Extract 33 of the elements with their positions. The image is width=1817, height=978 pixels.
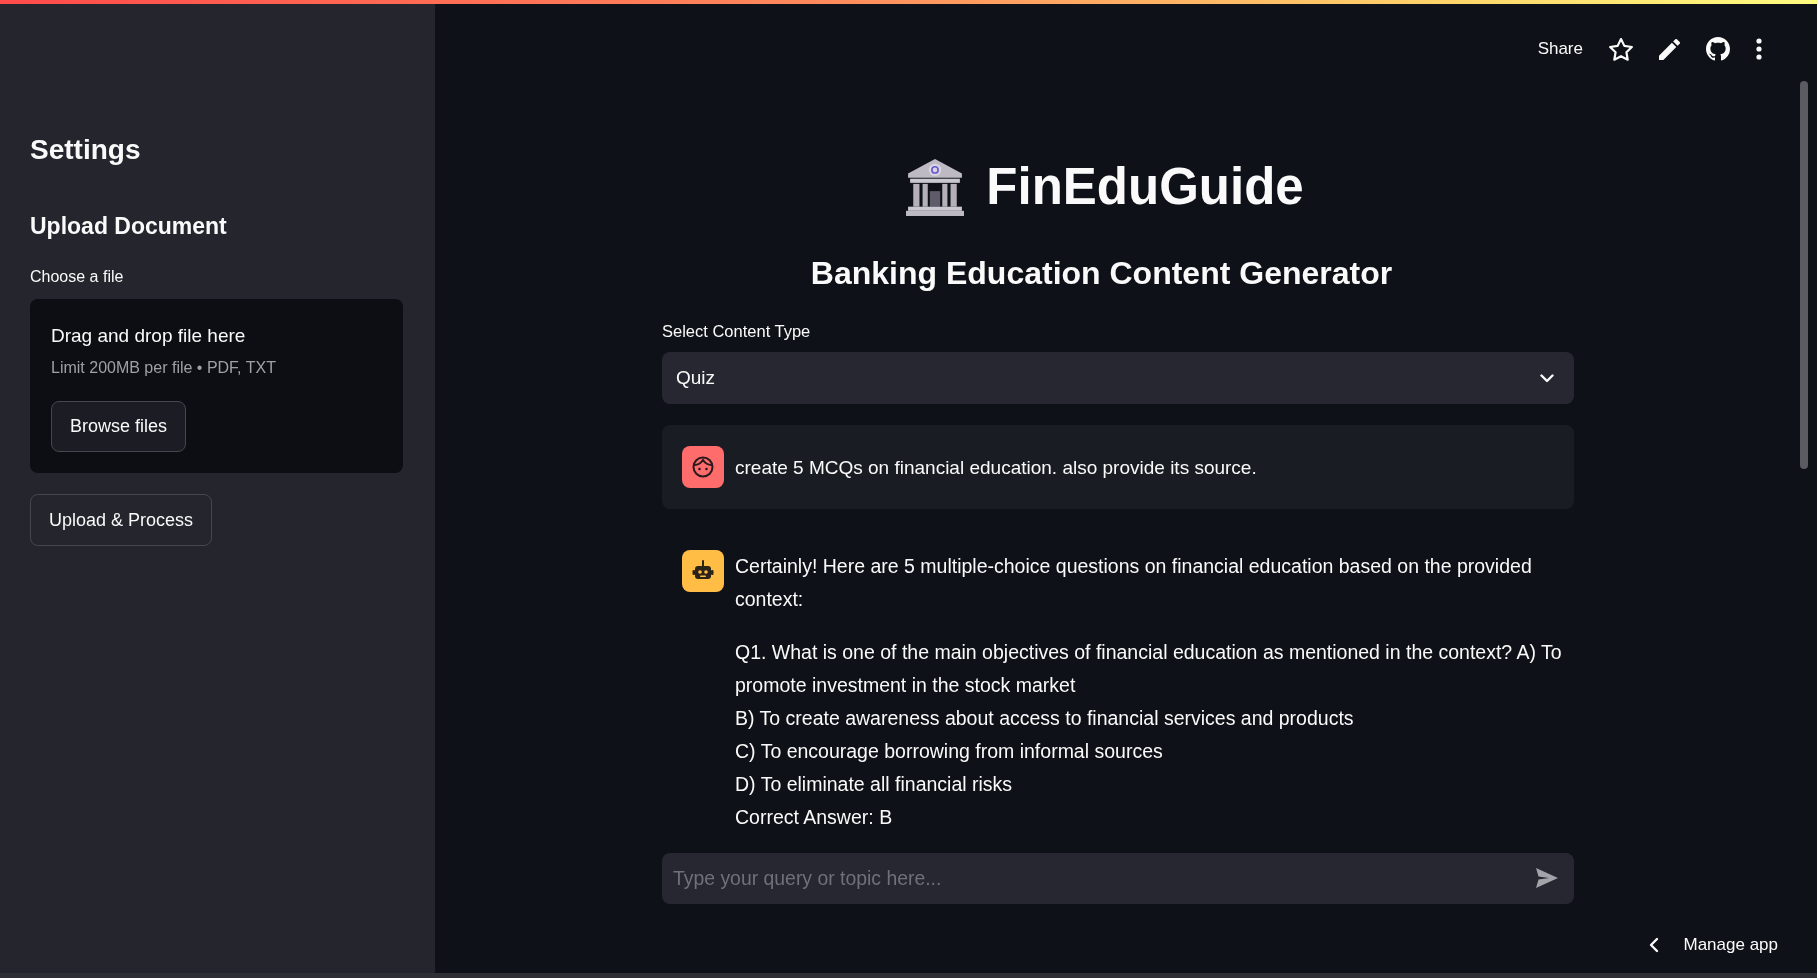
message-text: B) To create awareness about access to financial services and products: [735, 706, 1355, 731]
app-subtitle: Banking Education Content Generator: [810, 254, 1393, 293]
browse-files-button[interactable]: Browse files: [51, 401, 187, 452]
chevron-down-icon: [1540, 373, 1554, 383]
bank-building-icon: [906, 158, 965, 216]
message-text: C) To encourage borrowing from informal sources: [735, 739, 1164, 764]
chat-input-field[interactable]: Type your query or topic here...: [662, 853, 1574, 904]
kebab-menu-icon[interactable]: [1756, 38, 1762, 60]
content-type-select[interactable]: Quiz: [662, 352, 1574, 404]
dropzone-hint: Limit 200MB per file • PDF, TXT: [51, 358, 276, 378]
app-title: FinEduGuide: [986, 157, 1304, 217]
message-text: Correct Answer: B: [735, 805, 894, 830]
chevron-left-icon: [1649, 937, 1660, 953]
pencil-icon[interactable]: [1659, 38, 1680, 60]
upload-process-button[interactable]: Upload & Process: [30, 494, 213, 546]
send-icon[interactable]: [1536, 868, 1558, 888]
face-avatar-icon: [682, 446, 724, 488]
select-label: Select Content Type: [662, 321, 811, 342]
share-button[interactable]: Share: [1537, 38, 1583, 60]
message-text: Q1. What is one of the main objectives of financial education as mentioned in the context? A) To promote investment in the stock market: [735, 640, 1563, 698]
message-text: Certainly! Here are 5 multiple-choice questions on financial education based on the provided context:: [735, 554, 1533, 612]
file-dropzone[interactable]: Drag and drop file here Limit 200MB per file • PDF, TXT Browse files: [30, 299, 403, 473]
robot-avatar-icon: [682, 550, 724, 592]
scrollbar-thumb[interactable]: [1800, 81, 1808, 469]
github-icon[interactable]: [1706, 37, 1730, 61]
sidebar-title: Settings: [30, 133, 141, 167]
message-text: create 5 MCQs on financial education. also provide its source.: [735, 455, 1258, 480]
manage-app-button[interactable]: Manage app: [1649, 927, 1778, 963]
dropzone-title: Drag and drop file here: [51, 324, 246, 348]
star-icon[interactable]: [1609, 37, 1633, 61]
message-text: D) To eliminate all financial risks: [735, 772, 1014, 797]
upload-label: Choose a file: [30, 267, 124, 287]
section-heading: Upload Document: [30, 212, 227, 241]
